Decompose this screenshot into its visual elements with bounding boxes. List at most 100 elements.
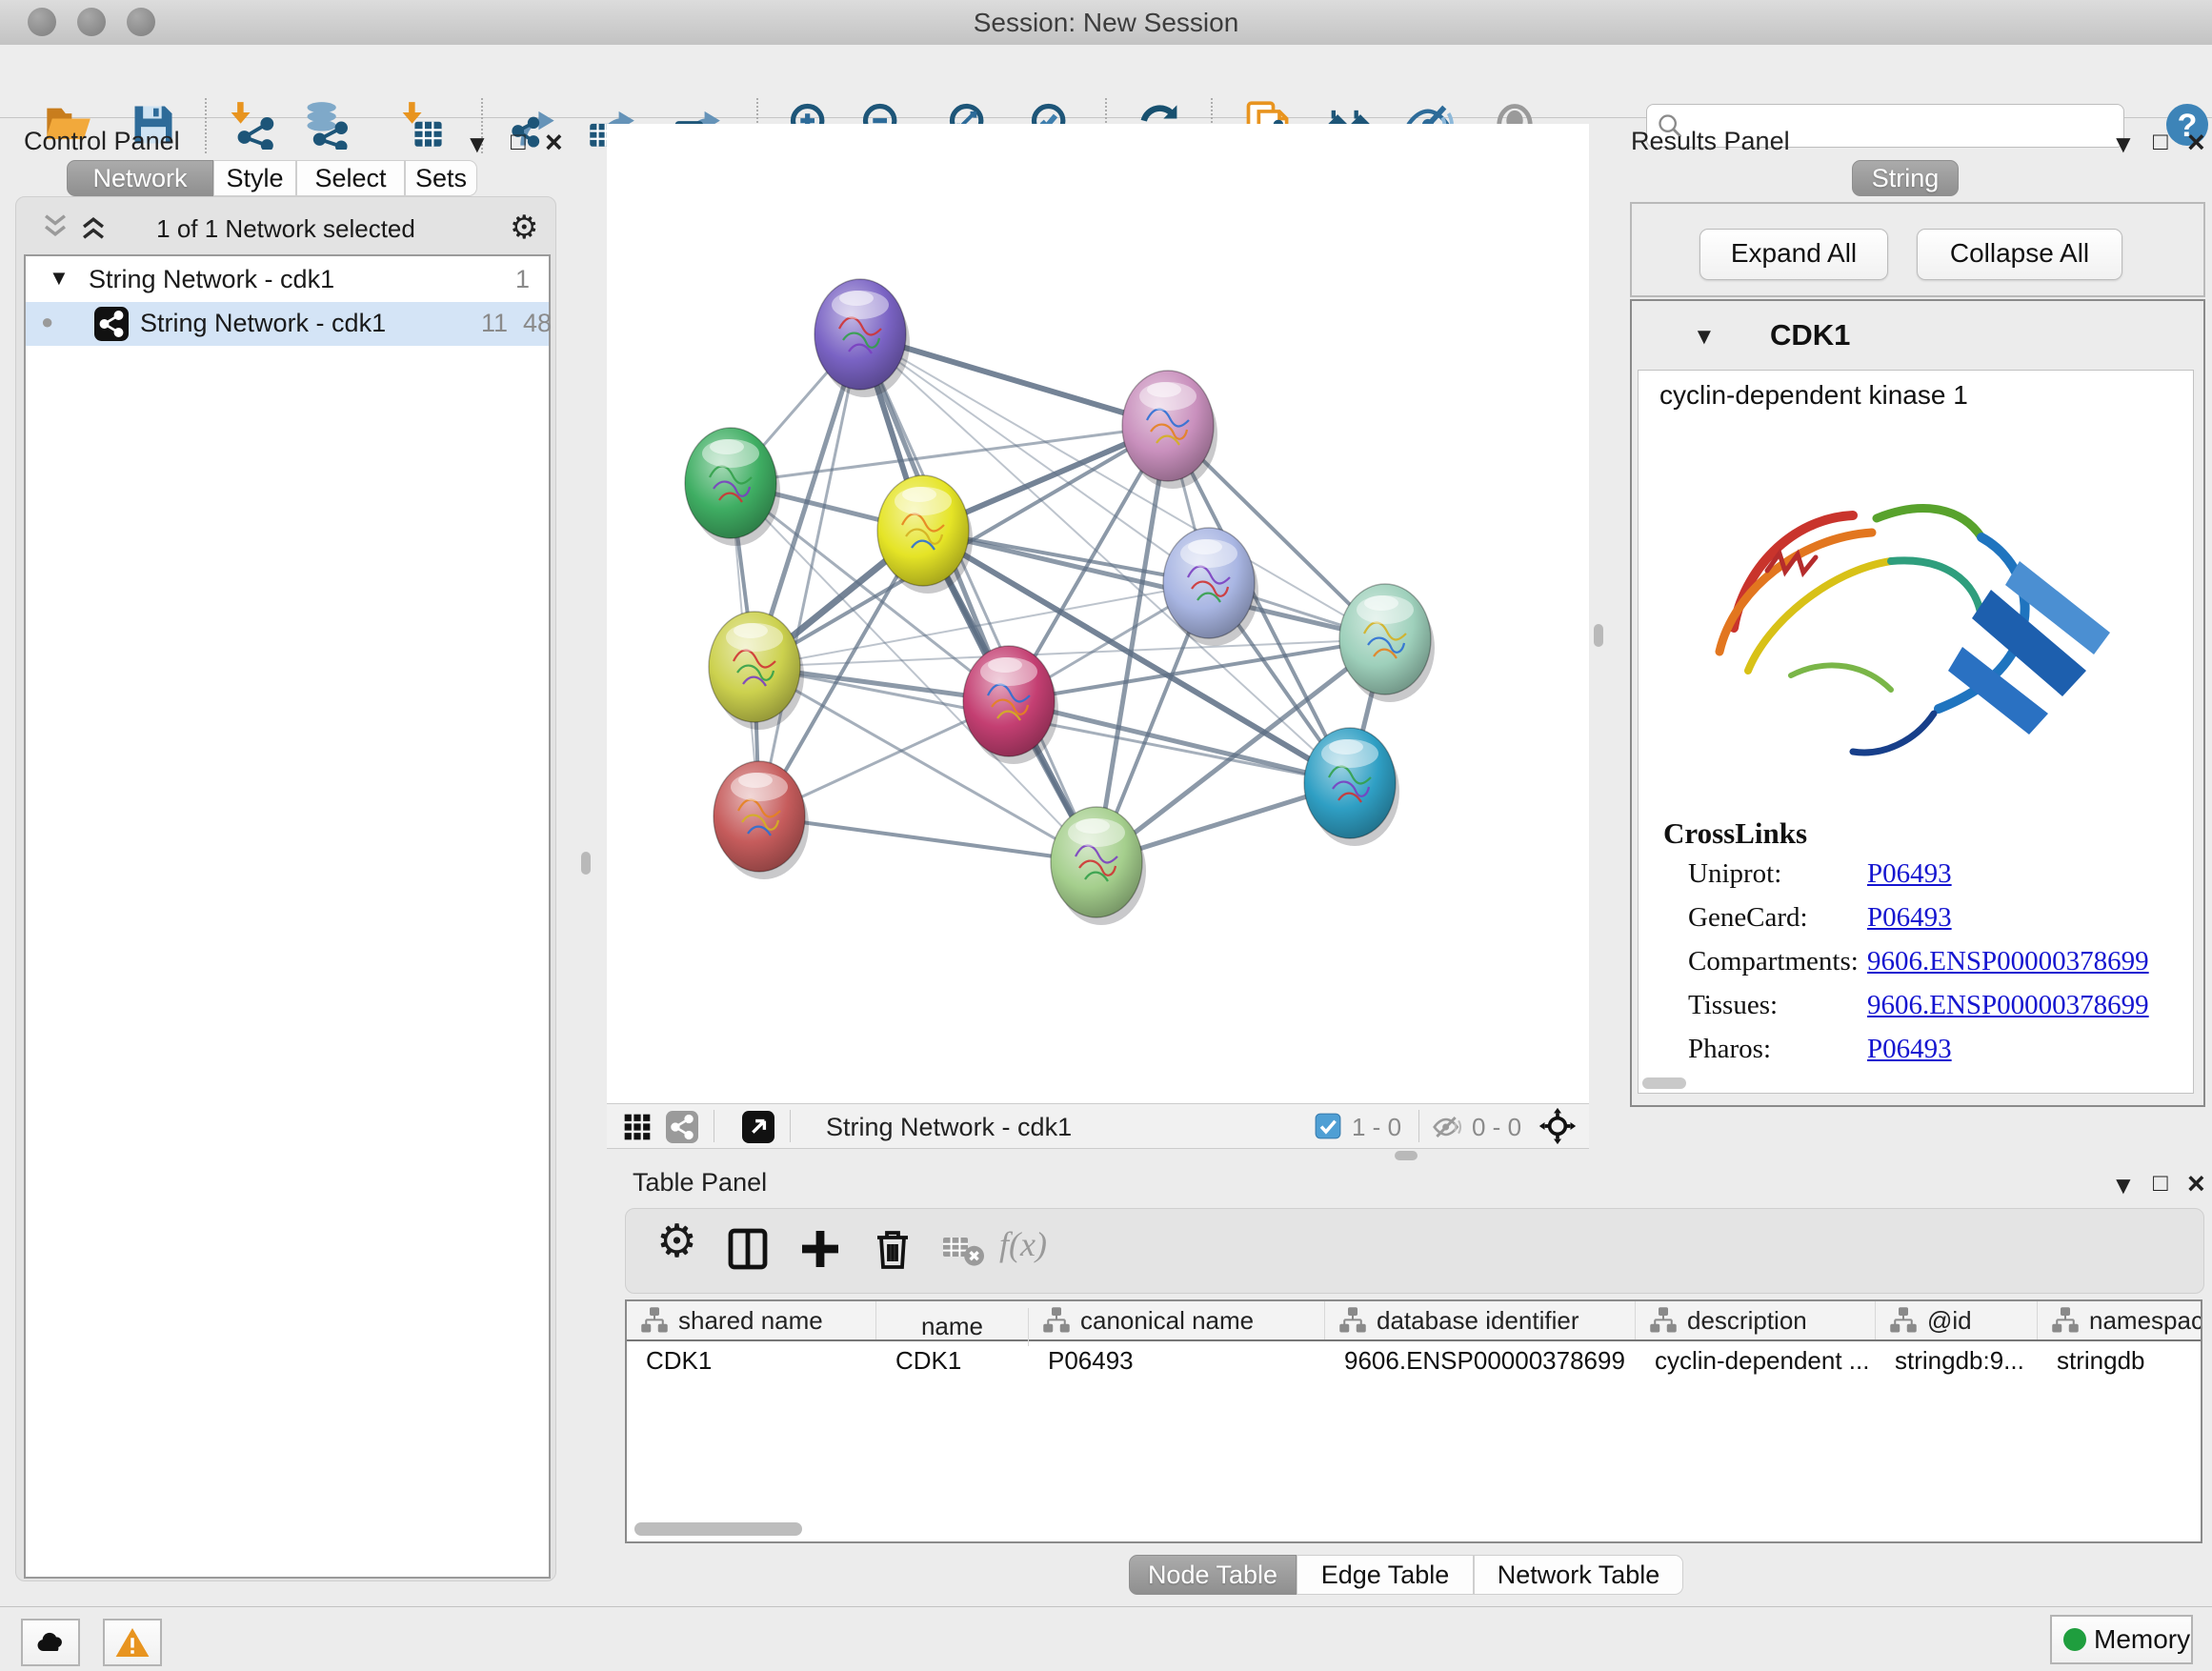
network-node-CDC25B[interactable]	[685, 428, 780, 546]
expand-all-button[interactable]: Expand All	[1699, 229, 1888, 280]
column-header-shared-name[interactable]: shared name	[627, 1301, 876, 1339]
results-panel-close-icon[interactable]: ×	[2187, 130, 2205, 154]
table-panel-close-icon[interactable]: ×	[2187, 1171, 2205, 1196]
function-builder-icon[interactable]: f(x)	[999, 1224, 1047, 1264]
grid-view-icon[interactable]	[622, 1112, 653, 1142]
crosslink-link[interactable]: P06493	[1867, 902, 1952, 934]
table-toolbar: ⚙ f(x)	[625, 1208, 2204, 1294]
gene-collapse-icon[interactable]: ▼	[1693, 324, 1716, 351]
column-header-canonical-name[interactable]: canonical name	[1029, 1301, 1325, 1339]
delete-table-icon[interactable]	[940, 1226, 986, 1272]
title-bar: Session: New Session	[0, 0, 2212, 46]
selected-checkbox-icon[interactable]	[1315, 1113, 1341, 1139]
control-panel-float-icon[interactable]: □	[511, 127, 526, 156]
tab-string-results[interactable]: String	[1852, 160, 1959, 196]
control-panel-title: Control Panel	[24, 127, 180, 156]
column-header-namespace[interactable]: namespace	[2038, 1301, 2202, 1339]
network-row-label: String Network - cdk1	[140, 309, 386, 338]
table-cell[interactable]: stringdb:9...	[1876, 1341, 2038, 1376]
network-edge[interactable]	[759, 816, 1096, 862]
footer-separator	[1418, 1110, 1419, 1142]
crosslink-row: Compartments:9606.ENSP00000378699	[1688, 946, 2183, 990]
horizontal-splitter-handle[interactable]	[1395, 1151, 1418, 1160]
show-columns-icon[interactable]	[725, 1226, 771, 1272]
memory-status-dot	[2063, 1628, 2086, 1651]
protein-structure-image	[1677, 428, 2153, 809]
network-view-footer: String Network - cdk1 1 - 0 0 - 0	[607, 1103, 1589, 1149]
network-node-CCNB2[interactable]	[814, 279, 910, 397]
network-edge[interactable]	[759, 334, 860, 816]
delete-column-trash-icon[interactable]	[870, 1226, 915, 1272]
table-cell[interactable]: CDK1	[627, 1341, 876, 1376]
tab-sets[interactable]: Sets	[405, 160, 477, 196]
network-node-CDK1[interactable]	[877, 475, 973, 594]
crosslink-link[interactable]: P06493	[1867, 1034, 1952, 1065]
crosslinks-title: CrossLinks	[1663, 816, 1807, 851]
column-header-description[interactable]: description	[1636, 1301, 1876, 1339]
column-header-name[interactable]: name	[876, 1308, 1029, 1346]
collapse-all-button[interactable]: Collapse All	[1917, 229, 2122, 280]
results-gene-box: ▼ CDK1 cyclin-dependent kinase 1	[1630, 299, 2205, 1107]
network-node-CCNB1[interactable]	[709, 612, 804, 730]
network-collection-row[interactable]: ▼ String Network - cdk1 1	[26, 258, 549, 302]
crosslink-link[interactable]: 9606.ENSP00000378699	[1867, 990, 2149, 1021]
network-node-HIST1H1A[interactable]	[714, 761, 809, 879]
tab-style[interactable]: Style	[213, 160, 296, 196]
create-column-plus-icon[interactable]	[797, 1226, 843, 1272]
table-panel-float-icon[interactable]: □	[2153, 1168, 2168, 1198]
gene-details: cyclin-dependent kinase 1	[1638, 370, 2194, 1094]
tab-edge-table[interactable]: Edge Table	[1297, 1555, 1474, 1595]
results-panel-float-icon[interactable]: □	[2153, 127, 2168, 156]
control-panel-close-icon[interactable]: ×	[545, 130, 563, 154]
vertical-splitter-handle[interactable]	[581, 852, 591, 875]
import-network-from-database-icon[interactable]	[301, 100, 351, 150]
table-panel-menu-icon[interactable]: ▼	[2111, 1171, 2136, 1200]
memory-button[interactable]: Memory	[2050, 1615, 2193, 1664]
table-cell[interactable]: 9606.ENSP00000378699	[1325, 1341, 1636, 1376]
network-node-CCNE1[interactable]	[1051, 807, 1146, 925]
crosslink-label: Tissues:	[1688, 990, 1778, 1020]
table-hscrollbar-thumb[interactable]	[634, 1522, 802, 1536]
import-network-icon[interactable]	[226, 100, 275, 150]
network-view-canvas[interactable]: CCNB2CCNA1CDC25BCDK1CDC6RB1CCNB1CCNA2CDK…	[607, 124, 1589, 1103]
import-table-icon[interactable]	[397, 100, 447, 150]
network-node-RB1[interactable]	[1339, 584, 1435, 702]
crosslink-link[interactable]: P06493	[1867, 858, 1952, 890]
results-panel-menu-icon[interactable]: ▼	[2111, 130, 2136, 159]
control-panel-menu-icon[interactable]: ▼	[465, 130, 490, 159]
table-cell[interactable]: CDK1	[876, 1341, 1029, 1376]
hidden-eye-slash-icon[interactable]	[1432, 1112, 1462, 1142]
network-node-CDKN1A[interactable]	[1304, 728, 1399, 846]
table-cell[interactable]: stringdb	[2038, 1341, 2202, 1376]
cloud-status-button[interactable]	[21, 1619, 80, 1666]
network-node-CCNA2[interactable]	[963, 646, 1058, 764]
network-view-title: String Network - cdk1	[826, 1113, 1072, 1142]
network-row-selected[interactable]: ● String Network - cdk1 11 48	[26, 302, 549, 346]
network-edge[interactable]	[860, 334, 1096, 862]
crosslink-row: Uniprot:P06493	[1688, 858, 2183, 902]
results-scrollbar-thumb[interactable]	[1642, 1077, 1686, 1089]
network-options-gear-icon[interactable]: ⚙	[510, 209, 538, 247]
tab-network-table[interactable]: Network Table	[1474, 1555, 1683, 1595]
tab-node-table[interactable]: Node Table	[1129, 1555, 1297, 1595]
toolbar-separator	[205, 98, 207, 153]
vertical-splitter-handle[interactable]	[1594, 624, 1603, 647]
crosslink-link[interactable]: 9606.ENSP00000378699	[1867, 946, 2149, 977]
table-row[interactable]: CDK1CDK1P064939606.ENSP00000378699cyclin…	[627, 1341, 2201, 1378]
table-header-row: shared namenamecanonical namedatabase id…	[627, 1301, 2202, 1341]
open-in-new-window-icon[interactable]	[742, 1111, 774, 1143]
table-cell[interactable]: P06493	[1029, 1341, 1325, 1376]
network-thumbnail-share-icon[interactable]	[666, 1111, 698, 1143]
warnings-button[interactable]	[103, 1619, 162, 1666]
tab-select[interactable]: Select	[296, 160, 405, 196]
network-node-CDC6[interactable]	[1163, 528, 1258, 646]
table-cell[interactable]: cyclin-dependent ...	[1636, 1341, 1876, 1376]
network-node-CCNA1[interactable]	[1122, 371, 1217, 489]
network-list: ▼ String Network - cdk1 1 ● String Netwo…	[24, 254, 551, 1579]
column-header--id[interactable]: @id	[1876, 1301, 2038, 1339]
tab-network[interactable]: Network	[67, 160, 213, 196]
column-header-database-identifier[interactable]: database identifier	[1325, 1301, 1636, 1339]
center-network-crosshair-icon[interactable]	[1538, 1107, 1577, 1145]
table-options-gear-icon[interactable]: ⚙	[656, 1215, 697, 1268]
collection-expand-icon[interactable]: ▼	[49, 266, 70, 291]
